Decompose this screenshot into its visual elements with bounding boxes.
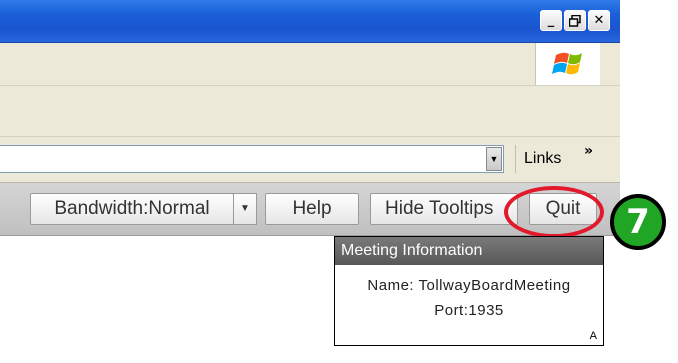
- meeting-info-title: Meeting Information: [335, 237, 603, 265]
- hide-tooltips-button[interactable]: Hide Tooltips: [370, 193, 518, 225]
- step-number-badge: 7: [610, 194, 666, 250]
- help-button[interactable]: Help: [265, 193, 359, 225]
- meeting-name: Name: TollwayBoardMeeting: [367, 277, 571, 294]
- bandwidth-dropdown-button[interactable]: ▼: [233, 193, 257, 225]
- address-bar: ▼ Links »: [0, 137, 620, 183]
- meeting-port: Port:1935: [434, 302, 504, 319]
- windows-flag-icon: [535, 43, 600, 85]
- minimize-icon: _: [547, 13, 555, 28]
- maximize-button[interactable]: [564, 10, 586, 31]
- address-dropdown-button[interactable]: ▼: [486, 147, 502, 171]
- quit-highlight-circle: [504, 186, 604, 238]
- meeting-info-panel: Meeting Information Name: TollwayBoardMe…: [334, 236, 604, 346]
- close-icon: ✕: [593, 13, 605, 28]
- links-label: Links: [524, 150, 562, 167]
- browser-toolbar: [0, 86, 620, 137]
- window-title-bar: _ ✕: [0, 0, 620, 43]
- links-button[interactable]: Links: [515, 145, 561, 173]
- chevron-down-icon: ▼: [489, 154, 499, 164]
- menu-bar: [0, 43, 620, 86]
- close-button[interactable]: ✕: [588, 10, 610, 31]
- meeting-corner-letter: A: [589, 330, 597, 342]
- chevron-down-icon: ▼: [240, 203, 250, 214]
- address-input[interactable]: [0, 145, 504, 173]
- help-label: Help: [292, 198, 332, 219]
- bandwidth-label: Bandwidth:Normal: [54, 198, 210, 219]
- minimize-button[interactable]: _: [540, 10, 562, 31]
- links-chevron-icon[interactable]: »: [584, 143, 593, 159]
- bandwidth-select[interactable]: Bandwidth:Normal: [30, 193, 234, 225]
- hide-tooltips-label: Hide Tooltips: [385, 198, 494, 219]
- maximize-icon: [568, 14, 581, 31]
